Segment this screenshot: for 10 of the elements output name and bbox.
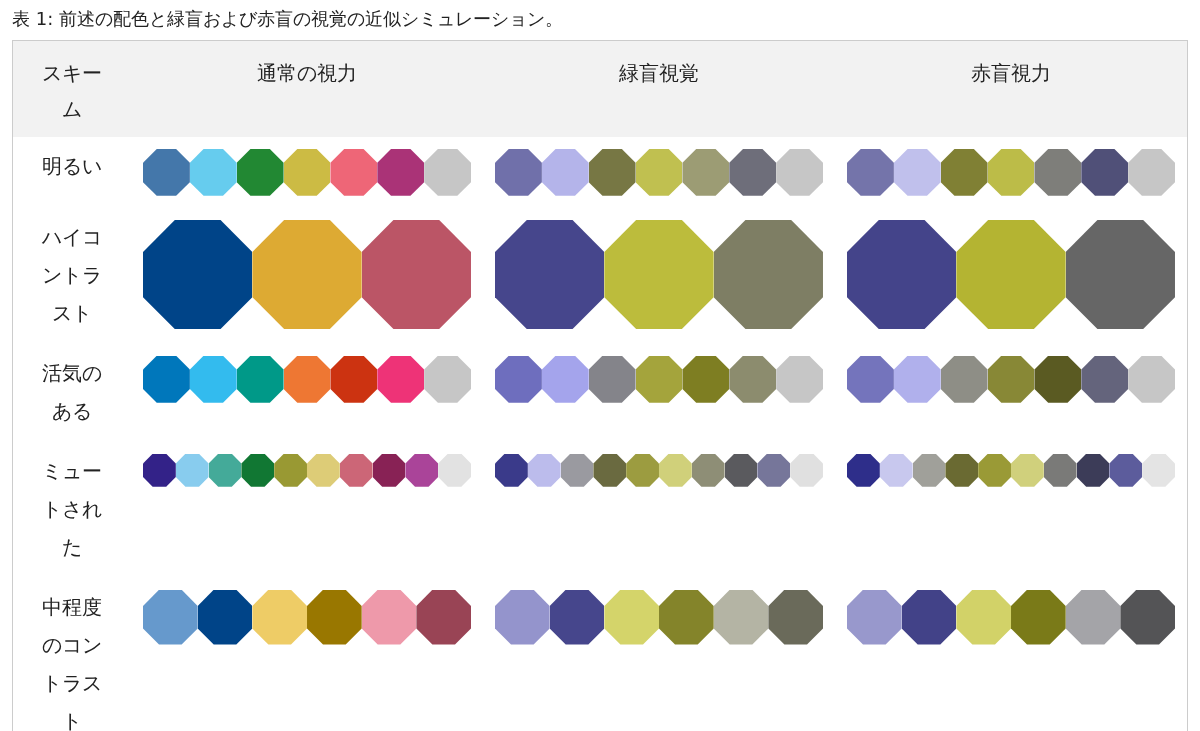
row-label: 中程度のコントラスト bbox=[41, 593, 103, 731]
column-header: 通常の視力 bbox=[257, 60, 357, 87]
column-header: 緑盲視覚 bbox=[619, 60, 699, 87]
table-caption: 表 1: 前述の配色と緑盲および赤盲の視覚の近似シミュレーション。 bbox=[11, 7, 564, 31]
row-label: ハイコントラスト bbox=[41, 223, 103, 327]
row-label: 明るい bbox=[42, 153, 102, 180]
column-header: スキーム bbox=[41, 60, 103, 123]
column-header: 赤盲視力 bbox=[971, 60, 1051, 87]
row-label: ミュートされた bbox=[41, 457, 103, 561]
row-label: 活気のある bbox=[41, 359, 103, 425]
